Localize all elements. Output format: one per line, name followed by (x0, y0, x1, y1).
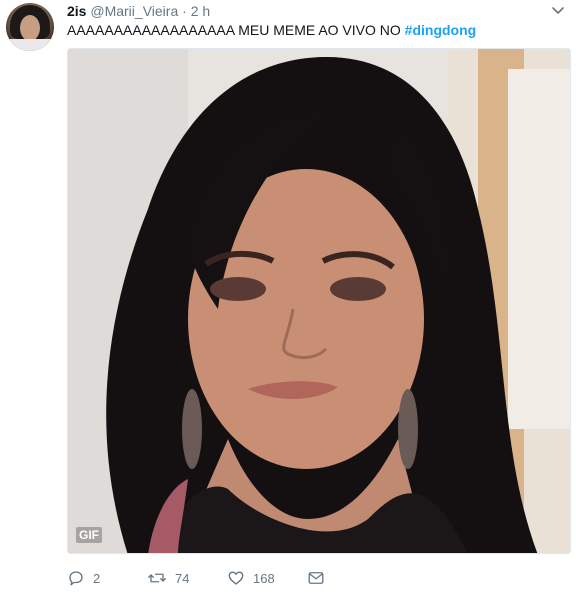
user-handle[interactable]: @Marii_Vieira (90, 3, 178, 19)
gif-image (68, 49, 570, 553)
reply-button[interactable]: 2 (67, 568, 100, 588)
retweet-button[interactable]: 74 (147, 568, 189, 588)
separator-dot: · (182, 3, 187, 19)
chevron-down-icon[interactable] (550, 2, 566, 18)
avatar-shoulder (6, 39, 54, 51)
envelope-icon (307, 569, 325, 587)
avatar-face (20, 15, 40, 41)
hashtag-link[interactable]: #dingdong (405, 22, 477, 38)
tweet[interactable]: 2is @Marii_Vieira · 2 h AAAAAAAAAAAAAAAA… (0, 0, 576, 592)
reply-icon (67, 569, 85, 587)
tweet-text: AAAAAAAAAAAAAAAAAA MEU MEME AO VIVO NO #… (67, 21, 476, 39)
heart-icon (227, 569, 245, 587)
direct-message-button[interactable] (307, 568, 325, 588)
reply-count: 2 (93, 570, 101, 586)
retweet-icon (147, 569, 167, 587)
like-count: 168 (253, 570, 275, 586)
gif-badge: GIF (76, 527, 102, 543)
tweet-header: 2is @Marii_Vieira · 2 h (67, 2, 210, 20)
tweet-text-body: AAAAAAAAAAAAAAAAAA MEU MEME AO VIVO NO (67, 22, 405, 38)
display-name[interactable]: 2is (67, 3, 86, 19)
gif-media[interactable]: GIF (67, 48, 571, 554)
retweet-count: 74 (175, 570, 190, 586)
timestamp[interactable]: 2 h (191, 3, 210, 19)
avatar[interactable] (6, 3, 54, 51)
like-button[interactable]: 168 (227, 568, 275, 588)
